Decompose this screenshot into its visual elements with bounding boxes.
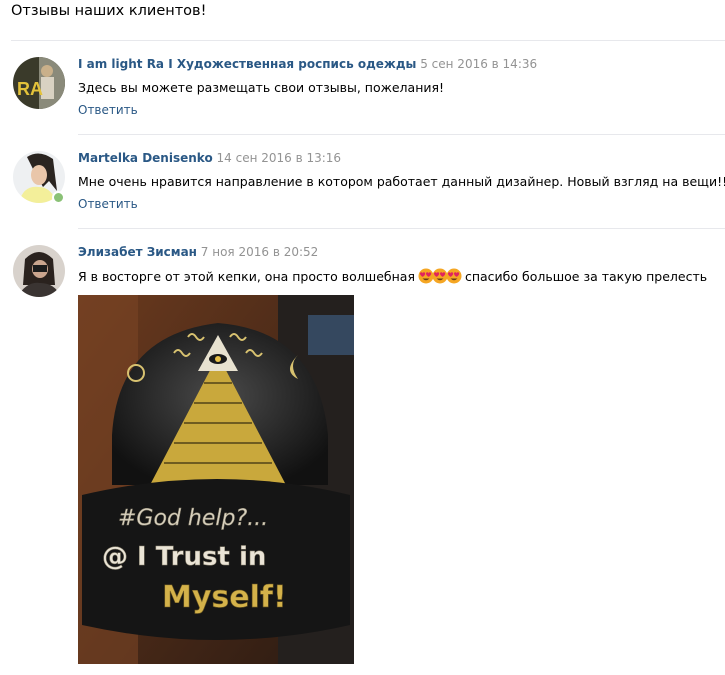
photo-text-line1: #God help?... (118, 506, 268, 531)
avatar[interactable] (13, 245, 65, 297)
reply-button[interactable]: Ответить (78, 103, 138, 117)
comment-text: Здесь вы можете размещать свои отзывы, п… (78, 80, 445, 95)
author-link[interactable]: Элизабет Зисман (78, 245, 197, 259)
avatar-text: RA (17, 79, 43, 99)
comment-text-part: спасибо большое за такую прелесть (464, 269, 708, 284)
divider (78, 134, 725, 135)
divider (11, 40, 725, 41)
comment-date[interactable]: 14 сен 2016 в 13:16 (217, 151, 342, 165)
photo-text-line3: Myself! (162, 580, 287, 615)
comment-header: I am light Ra I Художественная роспись о… (78, 57, 537, 71)
author-link[interactable]: Martelka Denisenko (78, 151, 213, 165)
comment-header: Martelka Denisenko 14 сен 2016 в 13:16 (78, 151, 341, 165)
comment-text-part: Я в восторге от этой кепки, она просто в… (78, 269, 415, 284)
comment-date[interactable]: 5 сен 2016 в 14:36 (420, 57, 537, 71)
online-status-icon (52, 191, 65, 204)
comment-text: Я в восторге от этой кепки, она просто в… (78, 268, 707, 284)
author-link[interactable]: I am light Ra I Художественная роспись о… (78, 57, 416, 71)
comment-text: Мне очень нравится направление в котором… (78, 174, 725, 189)
divider (78, 228, 725, 229)
reply-button[interactable]: Ответить (78, 197, 138, 211)
comment-date[interactable]: 7 ноя 2016 в 20:52 (201, 245, 319, 259)
heart-eyes-icon (446, 268, 462, 284)
page-title: Отзывы наших клиентов! (11, 3, 207, 19)
comment-header: Элизабет Зисман 7 ноя 2016 в 20:52 (78, 245, 318, 259)
avatar[interactable]: RA (13, 57, 65, 109)
attached-photo[interactable]: #God help?... @ I Trust in Myself! (78, 295, 354, 664)
photo-text-line2: @ I Trust in (102, 542, 266, 572)
